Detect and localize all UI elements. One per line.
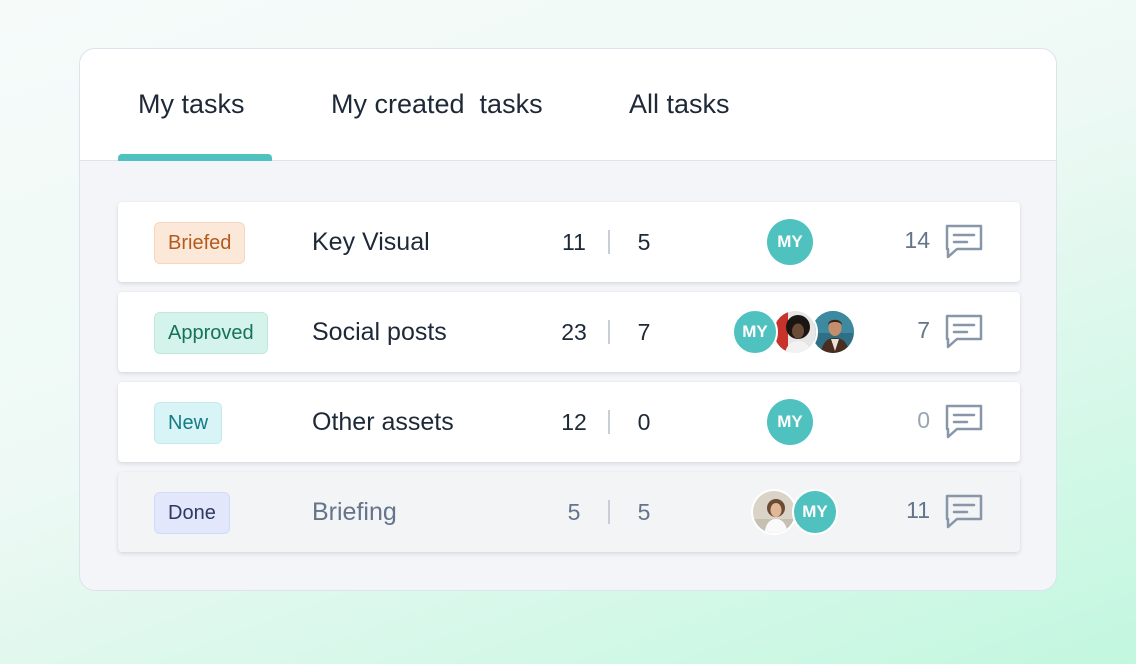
tab-all-tasks[interactable]: All tasks bbox=[629, 89, 730, 120]
task-count-a: 23 bbox=[561, 319, 587, 345]
comment-icon[interactable] bbox=[943, 492, 985, 530]
avatar-my[interactable]: MY bbox=[767, 399, 813, 445]
comment-count: 7 bbox=[917, 317, 930, 343]
avatar-my[interactable]: MY bbox=[792, 489, 838, 535]
comment-icon[interactable] bbox=[943, 222, 985, 260]
status-badge: New bbox=[154, 402, 223, 444]
task-count-a: 11 bbox=[562, 229, 586, 255]
avatar-my[interactable]: MY bbox=[767, 219, 813, 265]
tab-my-created-tasks[interactable]: My created tasks bbox=[331, 89, 543, 120]
task-title: Key Visual bbox=[312, 228, 430, 256]
comment-count: 14 bbox=[904, 227, 930, 253]
comment-count: 11 bbox=[906, 497, 930, 523]
task-row-social-posts[interactable]: Approved Social posts 23 7 MY 7 bbox=[118, 292, 1020, 372]
tasks-card: My tasks My created tasks All tasks Brie… bbox=[79, 48, 1057, 591]
task-title: Briefing bbox=[312, 498, 397, 526]
task-count-b: 7 bbox=[637, 319, 651, 345]
active-tab-indicator bbox=[118, 154, 272, 161]
status-badge: Briefed bbox=[154, 222, 246, 264]
count-divider bbox=[608, 410, 610, 434]
avatar-my[interactable]: MY bbox=[732, 309, 778, 355]
task-title: Social posts bbox=[312, 318, 447, 346]
task-row-key-visual[interactable]: Briefed Key Visual 11 5 MY 14 bbox=[118, 202, 1020, 282]
status-badge: Approved bbox=[154, 312, 268, 354]
task-count-b: 0 bbox=[637, 409, 651, 435]
task-count-a: 5 bbox=[567, 499, 581, 525]
tab-my-tasks[interactable]: My tasks bbox=[138, 89, 245, 120]
status-badge: Done bbox=[154, 492, 230, 534]
tab-bar: My tasks My created tasks All tasks bbox=[80, 49, 1056, 161]
comment-icon[interactable] bbox=[943, 402, 985, 440]
count-divider bbox=[608, 230, 610, 254]
task-title: Other assets bbox=[312, 408, 454, 436]
task-count-b: 5 bbox=[637, 229, 651, 255]
avatar-photo-woman[interactable] bbox=[772, 309, 818, 355]
avatar-photo-woman-white-shirt[interactable] bbox=[751, 489, 797, 535]
task-row-other-assets[interactable]: New Other assets 12 0 MY 0 bbox=[118, 382, 1020, 462]
task-count-a: 12 bbox=[561, 409, 587, 435]
task-row-briefing[interactable]: Done Briefing 5 5 MY 11 bbox=[118, 472, 1020, 552]
count-divider bbox=[608, 320, 610, 344]
comment-count: 0 bbox=[917, 407, 930, 433]
count-divider bbox=[608, 500, 610, 524]
comment-icon[interactable] bbox=[943, 312, 985, 350]
task-count-b: 5 bbox=[637, 499, 651, 525]
